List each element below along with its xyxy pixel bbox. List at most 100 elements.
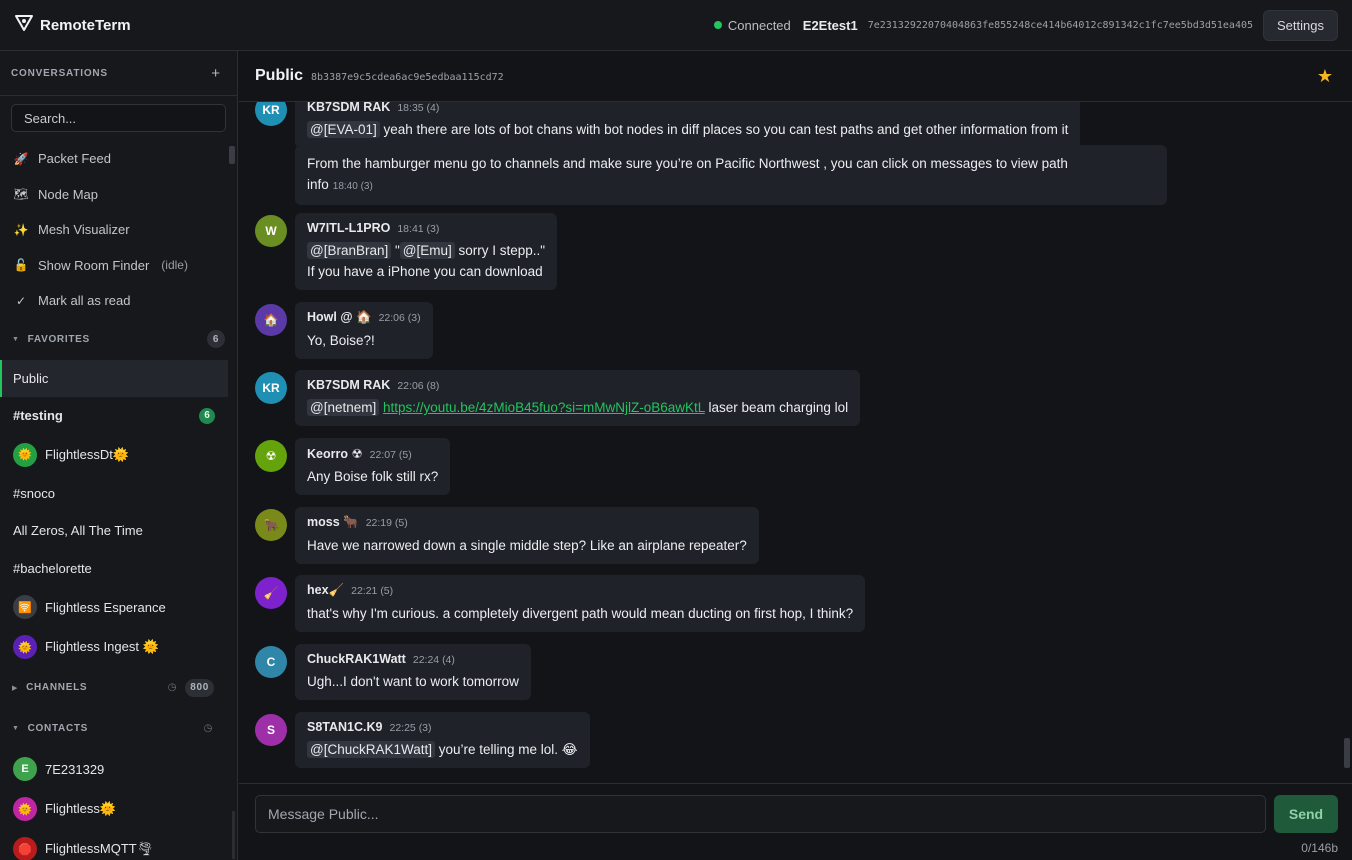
message-text: Ugh...I don't want to work tomorrow	[307, 674, 519, 689]
clock-icon[interactable]: ◷	[168, 682, 177, 693]
message-input[interactable]	[255, 795, 1266, 833]
message-text: Any Boise folk still rx?	[307, 469, 439, 484]
mark-all-read-item[interactable]: ✓ Mark all as read	[0, 283, 237, 319]
logo-icon	[14, 14, 34, 37]
unread-badge: 6	[199, 407, 215, 424]
conversation-public[interactable]: Public	[0, 359, 228, 397]
section-label: FAVORITES	[27, 333, 90, 345]
conversation-label: Flightless Ingest 🌞	[45, 639, 159, 654]
node-name: E2Etest1	[802, 17, 858, 33]
mention[interactable]: @[netnem]	[307, 399, 380, 416]
sender-name[interactable]: W7ITL-L1PRO	[307, 221, 390, 235]
sender-name[interactable]: KB7SDM RAK	[307, 102, 390, 114]
message-time: 22:06 (8)	[397, 380, 440, 392]
avatar: 🐂	[255, 509, 287, 541]
sender-name[interactable]: Keorro ☢	[307, 446, 363, 461]
clock-icon[interactable]: ◷	[204, 723, 213, 734]
message-bubble[interactable]: hex🧹 22:21 (5) that's why I'm curious. a…	[295, 575, 866, 632]
mention[interactable]: @[Emu]	[399, 242, 455, 259]
message-bubble[interactable]: KB7SDM RAK 18:35 (4) @[EVA-01] yeah ther…	[295, 102, 1081, 148]
section-label: CONTACTS	[27, 723, 89, 734]
avatar: 🛜	[13, 595, 37, 619]
avatar: 🌞	[13, 442, 37, 467]
message-link[interactable]: https://youtu.be/4zMioB45fuo?si=mMwNjlZ-…	[383, 400, 705, 415]
add-conversation-icon[interactable]: +	[211, 65, 220, 82]
status-dot-icon	[713, 21, 722, 29]
message-bubble[interactable]: ChuckRAK1Watt 22:24 (4) Ugh...I don't wa…	[295, 644, 531, 700]
room-finder-item[interactable]: 🔓 Show Room Finder (idle)	[0, 248, 237, 284]
sidebar-scrollbar[interactable]	[229, 146, 235, 164]
conversation-flightless-esperance[interactable]: 🛜 Flightless Esperance	[0, 587, 228, 627]
avatar: 🛑	[13, 837, 37, 860]
conversation-label: FlightlessDt🌞	[45, 446, 130, 462]
node-public-key: 7e23132922070404863fe855248ce414b64012c8…	[867, 19, 1254, 31]
message-bubble[interactable]: Keorro ☢ 22:07 (5) Any Boise folk still …	[295, 438, 451, 495]
sender-name[interactable]: KB7SDM RAK	[307, 378, 390, 392]
conversation-label: Public	[13, 370, 49, 386]
app-title: RemoteTerm	[40, 16, 131, 34]
message-bubble[interactable]: moss 🐂 22:19 (5) Have we narrowed down a…	[295, 507, 759, 564]
contacts-section-header[interactable]: ▼ CONTACTS ◷	[0, 708, 237, 749]
conversation-snoco[interactable]: #snoco	[0, 475, 228, 513]
avatar: KR	[255, 372, 287, 404]
avatar: 🌞	[13, 797, 37, 821]
message: 🧹 hex🧹 22:21 (5) that's why I'm curious.…	[255, 575, 866, 632]
message: ☢ Keorro ☢ 22:07 (5) Any Boise folk stil…	[255, 438, 451, 495]
conversation-label: #bachelorette	[13, 560, 92, 576]
packet-feed-item[interactable]: 🚀 Packet Feed	[0, 141, 237, 177]
caret-down-icon: ▼	[12, 725, 20, 732]
unlock-icon: 🔓	[13, 258, 29, 273]
channels-section-header[interactable]: ▶ CHANNELS ◷ 800	[0, 667, 237, 708]
conversation-testing[interactable]: #testing 6	[0, 397, 228, 435]
node-map-item[interactable]: 🗺 Node Map	[0, 177, 237, 213]
message-text: If you have a iPhone you can download	[307, 264, 543, 279]
mention[interactable]: @[EVA-01]	[307, 121, 380, 138]
avatar: KR	[255, 102, 287, 126]
sender-name[interactable]: moss 🐂	[307, 515, 359, 530]
sender-name[interactable]: ChuckRAK1Watt	[307, 652, 406, 666]
message-scrollbar[interactable]	[1344, 738, 1350, 768]
conversation-all-zeros[interactable]: All Zeros, All The Time	[0, 512, 228, 550]
contact-flightless[interactable]: 🌞 Flightless🌞	[0, 789, 228, 829]
avatar: W	[255, 215, 287, 247]
message-text: that's why I'm curious. a completely div…	[307, 606, 854, 621]
tool-label: Packet Feed	[38, 151, 111, 167]
sender-name[interactable]: Howl @ 🏠	[307, 310, 372, 325]
favorites-section-header[interactable]: ▼ FAVORITES 6	[0, 319, 237, 360]
conversation-search-input[interactable]	[11, 104, 226, 132]
message-time: 18:41 (3)	[397, 223, 440, 235]
mention[interactable]: @[ChuckRAK1Watt]	[307, 741, 435, 758]
mesh-visualizer-item[interactable]: ✨ Mesh Visualizer	[0, 212, 237, 248]
contact-flightlessmqtt[interactable]: 🛑 FlightlessMQTT🌪	[0, 829, 228, 860]
brand[interactable]: RemoteTerm	[14, 14, 131, 37]
message-bubble[interactable]: W7ITL-L1PRO 18:41 (3) @[BranBran] " @[Emu…	[295, 213, 558, 290]
sidebar-scrollbar-bottom[interactable]	[232, 811, 235, 859]
room-finder-state: (idle)	[161, 258, 188, 273]
sender-name[interactable]: S8TAN1C.K9	[307, 720, 382, 734]
message-bubble[interactable]: Howl @ 🏠 22:06 (3) Yo, Boise?!	[295, 302, 433, 359]
message-text: sorry I stepp.."	[454, 243, 546, 258]
avatar: 🏠	[255, 304, 287, 336]
conversation-pane: Public 8b3387e9c5cdea6ac9e5edbaa115cd72 …	[239, 51, 1352, 860]
message-time: 22:21 (5)	[351, 585, 394, 597]
connection-label: Connected	[727, 17, 791, 33]
tool-list: 🚀 Packet Feed 🗺 Node Map ✨ Mesh Visualiz…	[0, 141, 237, 319]
message-time: 22:24 (4)	[412, 654, 455, 666]
message-bubble[interactable]: KB7SDM RAK 22:06 (8) @[netnem] https://y…	[295, 370, 861, 426]
contact-7e231329[interactable]: E 7E231329	[0, 749, 228, 789]
conversation-flightlessdt[interactable]: 🌞 FlightlessDt🌞	[0, 435, 228, 475]
send-button[interactable]: Send	[1274, 795, 1338, 833]
settings-button[interactable]: Settings	[1263, 9, 1338, 41]
channel-title: Public	[255, 67, 304, 84]
mention[interactable]: @[BranBran]	[307, 242, 392, 259]
message-bubble[interactable]: S8TAN1C.K9 22:25 (3) @[ChuckRAK1Watt] yo…	[295, 712, 590, 768]
byte-counter: 0/146b	[1301, 841, 1338, 855]
conversation-flightless-ingest[interactable]: 🌞 Flightless Ingest 🌞	[0, 627, 228, 667]
message-bubble[interactable]: From the hamburger menu go to channels a…	[295, 145, 1167, 205]
avatar: C	[255, 646, 287, 678]
channels-count: 800	[185, 678, 214, 697]
sender-name[interactable]: hex🧹	[307, 583, 344, 598]
caret-down-icon: ▼	[12, 335, 20, 343]
favorite-star-icon[interactable]: ★	[1317, 66, 1333, 87]
conversation-bachelorette[interactable]: #bachelorette	[0, 550, 228, 588]
